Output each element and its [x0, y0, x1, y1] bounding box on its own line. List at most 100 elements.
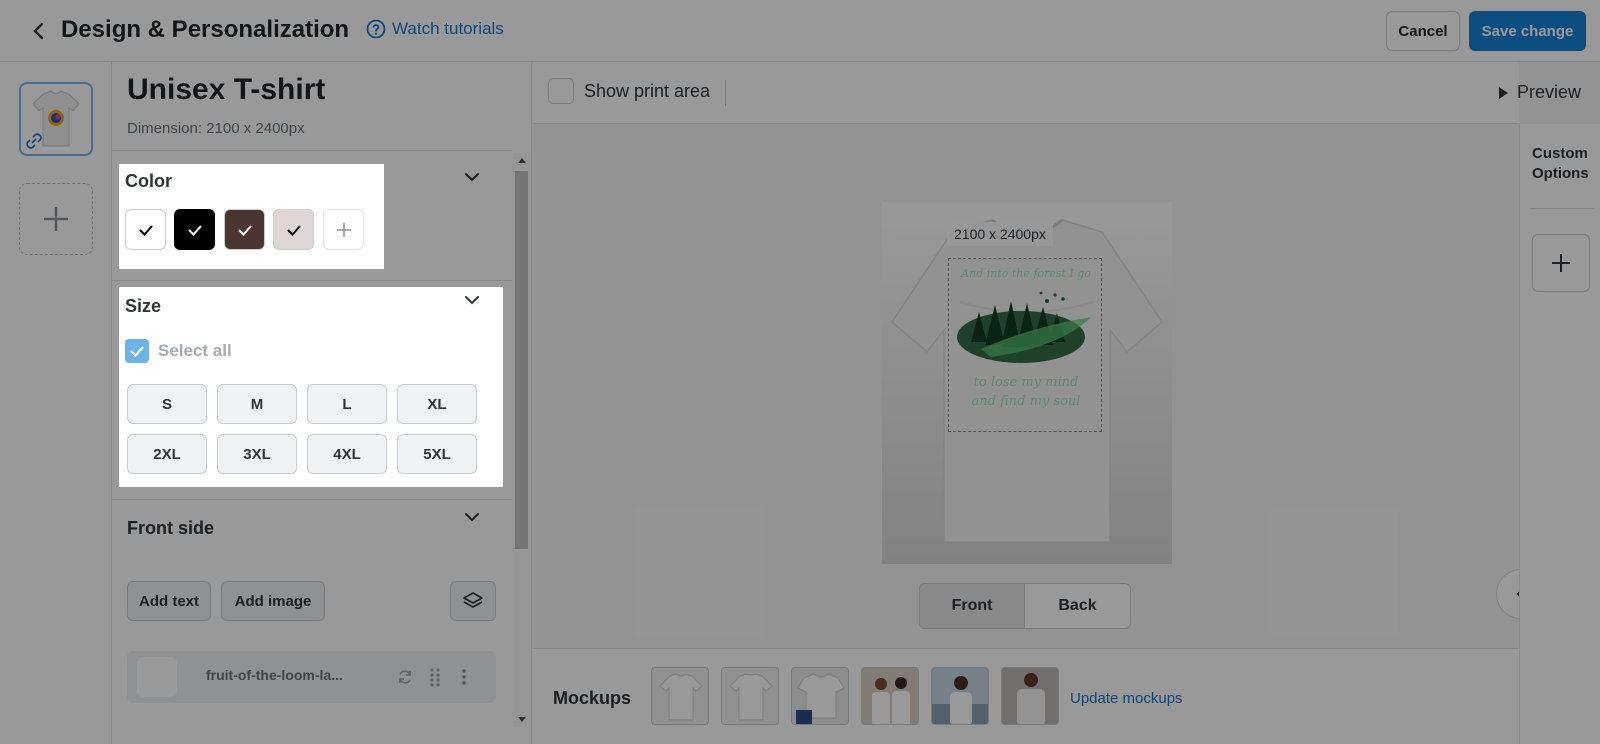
size-option-l[interactable]: L — [307, 384, 387, 424]
design-text-line-2: to lose my mind — [973, 375, 1079, 390]
couple-photo-thumbnail — [862, 668, 918, 724]
product-thumbnail[interactable] — [19, 82, 93, 156]
mockups-label: Mockups — [553, 688, 632, 708]
top-bar: Design & Personalization Watch tutorials… — [0, 0, 1600, 62]
show-print-area-checkbox[interactable]: Show print area — [548, 78, 710, 104]
caret-up-icon — [517, 158, 526, 163]
caret-down-icon — [517, 717, 526, 722]
size-option-2xl[interactable]: 2XL — [127, 434, 207, 474]
update-mockups-link[interactable]: Update mockups — [1070, 690, 1183, 707]
tshirt-back-thumbnail — [729, 673, 773, 721]
mockup-thumbnail[interactable] — [791, 667, 849, 725]
layer-name: fruit-of-the-loom-la... — [206, 667, 343, 683]
select-all-checkbox[interactable]: Select all — [125, 339, 232, 363]
size-collapse-toggle[interactable] — [463, 291, 481, 309]
layers-button[interactable] — [450, 581, 496, 621]
cancel-button[interactable]: Cancel — [1386, 11, 1460, 51]
color-swatch-white[interactable] — [125, 209, 166, 250]
watch-tutorials-link[interactable]: Watch tutorials — [366, 19, 504, 39]
layer-more-button[interactable] — [454, 666, 474, 688]
check-icon — [138, 224, 153, 236]
check-icon — [130, 346, 144, 358]
man-photo-thumbnail — [1002, 668, 1058, 724]
drag-handle-icon — [430, 668, 440, 687]
flatlay-thumbnail — [792, 668, 848, 724]
layer-item[interactable]: fruit-of-the-loom-la... — [127, 651, 496, 703]
scroll-up-button[interactable] — [513, 153, 530, 167]
model-photo-thumbnail — [932, 668, 988, 724]
color-swatch-brown[interactable] — [224, 209, 265, 250]
design-text-line-1: And into the forest I go — [961, 267, 1091, 280]
size-option-xl[interactable]: XL — [397, 384, 477, 424]
layer-thumbnail — [137, 657, 177, 697]
size-option-5xl[interactable]: 5XL — [397, 434, 477, 474]
preview-button[interactable]: Preview — [1497, 82, 1581, 103]
more-vertical-icon — [462, 669, 466, 685]
back-button[interactable] — [26, 18, 52, 44]
add-text-button[interactable]: Add text — [127, 581, 211, 621]
settings-panel: Unisex T-shirt Dimension: 2100 x 2400px … — [112, 62, 532, 744]
divider — [1530, 208, 1594, 209]
size-option-3xl[interactable]: 3XL — [217, 434, 297, 474]
plus-icon — [1552, 254, 1570, 272]
color-swatch-light-pink[interactable] — [273, 209, 314, 250]
tshirt-front-thumbnail — [659, 673, 703, 721]
check-icon — [286, 224, 301, 236]
check-icon — [237, 224, 252, 236]
product-dimension: Dimension: 2100 x 2400px — [127, 120, 305, 137]
link-icon — [26, 133, 42, 149]
product-rail — [0, 62, 112, 744]
panel-scrollbar[interactable] — [513, 153, 530, 727]
size-option-m[interactable]: M — [217, 384, 297, 424]
custom-options-panel: Custom Options — [1519, 124, 1600, 744]
front-side-section-title: Front side — [127, 518, 215, 538]
add-color-button[interactable] — [323, 209, 364, 250]
plus-icon — [44, 207, 68, 231]
scroll-down-button[interactable] — [513, 713, 530, 727]
custom-options-line-1: Custom — [1532, 145, 1588, 162]
scroll-thumb[interactable] — [515, 171, 528, 549]
size-option-s[interactable]: S — [127, 384, 207, 424]
front-side-collapse-toggle[interactable] — [463, 508, 481, 526]
front-view-tab[interactable]: Front — [920, 584, 1025, 628]
add-custom-option-button[interactable] — [1532, 234, 1590, 292]
add-product-button[interactable] — [19, 183, 93, 255]
divider — [112, 280, 512, 281]
replace-layer-button[interactable] — [395, 666, 415, 688]
view-side-toggle: Front Back — [919, 583, 1131, 629]
page-title: Design & Personalization — [61, 16, 350, 43]
preview-label: Preview — [1517, 82, 1582, 102]
canvas-toolbar: Show print area Preview — [533, 62, 1581, 124]
print-area[interactable]: And into the forest I go to lose my mind… — [948, 258, 1102, 432]
mockup-thumbnail[interactable] — [1001, 667, 1059, 725]
plus-icon — [336, 222, 351, 237]
mockup-thumbnail[interactable] — [931, 667, 989, 725]
watch-tutorials-label: Watch tutorials — [392, 19, 504, 38]
show-print-area-label: Show print area — [584, 80, 711, 101]
color-collapse-toggle[interactable] — [463, 168, 481, 186]
product-title: Unisex T-shirt — [127, 73, 326, 106]
drag-handle[interactable] — [425, 666, 445, 688]
play-icon — [1499, 86, 1508, 99]
tshirt-mockup[interactable]: 2100 x 2400px And into the forest I go t… — [882, 202, 1172, 564]
toolbar-separator — [725, 80, 726, 106]
custom-options-title: Custom Options — [1532, 144, 1589, 184]
checkbox-checked — [125, 339, 149, 363]
design-canvas: 2100 x 2400px And into the forest I go t… — [533, 124, 1546, 648]
design-text-line-3: and find my soul — [971, 394, 1081, 409]
mockup-thumbnail[interactable] — [861, 667, 919, 725]
back-view-tab[interactable]: Back — [1025, 584, 1130, 628]
mockup-thumbnail[interactable] — [721, 667, 779, 725]
color-section-title: Color — [125, 171, 172, 191]
chevron-left-icon — [33, 22, 44, 40]
mockup-thumbnail[interactable] — [651, 667, 709, 725]
divider — [112, 499, 512, 500]
help-circle-icon — [366, 19, 386, 39]
forest-feather-artwork — [957, 291, 1091, 363]
size-option-4xl[interactable]: 4XL — [307, 434, 387, 474]
print-dimension-label: 2100 x 2400px — [947, 222, 1053, 246]
add-image-button[interactable]: Add image — [221, 581, 325, 621]
color-swatch-black[interactable] — [174, 209, 215, 250]
save-change-button[interactable]: Save change — [1469, 11, 1586, 51]
checkbox-unchecked — [548, 78, 574, 104]
